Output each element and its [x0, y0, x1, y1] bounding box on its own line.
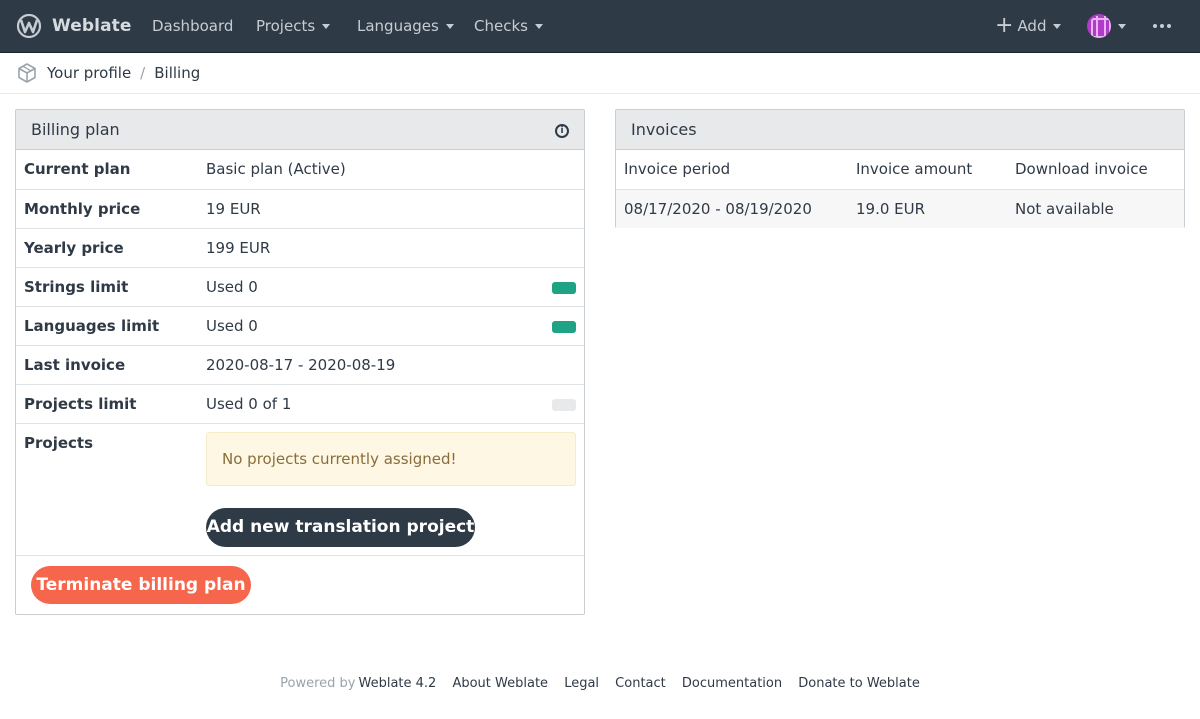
- nav-checks[interactable]: Checks: [474, 0, 543, 53]
- powered-by-text: Powered by: [280, 676, 356, 691]
- languages-limit-progress-fill: [552, 320, 576, 333]
- brand[interactable]: Weblate: [15, 0, 132, 53]
- footer: Powered by Weblate 4.2 About Weblate Lega…: [0, 676, 1200, 691]
- nav-dashboard-label: Dashboard: [152, 17, 234, 35]
- avatar: [1087, 14, 1111, 38]
- billing-plan-table: Current plan Basic plan (Active) Monthly…: [16, 150, 584, 424]
- breadcrumb-your-profile[interactable]: Your profile: [47, 64, 131, 82]
- chevron-down-icon: [534, 23, 543, 29]
- plus-icon: +: [995, 13, 1014, 38]
- add-menu-label: Add: [1017, 17, 1047, 35]
- top-navbar: Weblate Dashboard Projects Languages Che…: [0, 0, 1200, 53]
- row-value: Basic plan (Active): [198, 150, 584, 190]
- chevron-down-icon: [445, 23, 454, 29]
- footer-link-legal[interactable]: Legal: [564, 676, 599, 691]
- more-dots-icon: [1153, 24, 1171, 28]
- languages-limit-value: Used 0: [206, 316, 258, 335]
- weblate-logo-icon: [16, 14, 42, 38]
- footer-version-link[interactable]: Weblate 4.2: [358, 676, 436, 691]
- table-row: 08/17/2020 - 08/19/2020 19.0 EUR Not ava…: [616, 189, 1184, 228]
- nav-projects-label: Projects: [256, 17, 316, 35]
- projects-limit-value: Used 0 of 1: [206, 394, 292, 413]
- more-menu[interactable]: [1153, 0, 1171, 53]
- strings-limit-value: Used 0: [206, 277, 258, 296]
- brand-name: Weblate: [52, 16, 132, 36]
- user-menu[interactable]: [1087, 0, 1126, 53]
- strings-limit-progress-fill: [552, 281, 576, 294]
- row-value: Used 0 of 1: [198, 384, 584, 424]
- row-value: Used 0: [198, 306, 584, 346]
- projects-row: Projects No projects currently assigned!…: [16, 424, 584, 556]
- row-key: Current plan: [16, 150, 198, 190]
- chevron-down-icon: [1118, 23, 1126, 29]
- breadcrumb-separator: /: [140, 64, 146, 82]
- table-row: Yearly price 199 EUR: [16, 228, 584, 268]
- invoice-amount: 19.0 EUR: [848, 189, 1007, 228]
- nav-projects[interactable]: Projects: [256, 0, 331, 53]
- breadcrumb-billing[interactable]: Billing: [154, 64, 200, 82]
- chevron-down-icon: [322, 23, 331, 29]
- table-row: Current plan Basic plan (Active): [16, 150, 584, 190]
- invoices-title: Invoices: [631, 120, 697, 139]
- nav-checks-label: Checks: [474, 17, 528, 35]
- row-value: 199 EUR: [198, 228, 584, 268]
- projects-label: Projects: [24, 433, 94, 452]
- row-key: Languages limit: [16, 306, 198, 346]
- column-header: Invoice amount: [848, 150, 1007, 190]
- footer-link-donate[interactable]: Donate to Weblate: [798, 676, 920, 691]
- invoice-download-status: Not available: [1007, 189, 1184, 228]
- row-key: Yearly price: [16, 228, 198, 268]
- footer-link-contact[interactable]: Contact: [615, 676, 666, 691]
- table-header-row: Invoice period Invoice amount Download i…: [616, 150, 1184, 190]
- table-row: Languages limit Used 0: [16, 306, 584, 346]
- table-row: Projects limit Used 0 of 1: [16, 384, 584, 424]
- no-projects-alert: No projects currently assigned!: [206, 431, 576, 486]
- footer-link-documentation[interactable]: Documentation: [682, 676, 782, 691]
- column-header: Invoice period: [616, 150, 848, 190]
- billing-plan-title: Billing plan: [31, 120, 120, 139]
- add-menu[interactable]: + Add: [995, 0, 1062, 53]
- nav-languages-label: Languages: [357, 17, 439, 35]
- invoice-period: 08/17/2020 - 08/19/2020: [616, 189, 848, 228]
- row-value: Used 0: [198, 267, 584, 307]
- breadcrumb: Your profile / Billing: [0, 53, 1200, 94]
- row-key: Monthly price: [16, 189, 198, 229]
- row-value: 19 EUR: [198, 189, 584, 229]
- no-projects-text: No projects currently assigned!: [222, 449, 457, 468]
- invoices-panel: Invoices Invoice period Invoice amount D…: [615, 109, 1185, 228]
- row-key: Last invoice: [16, 345, 198, 385]
- row-key: Strings limit: [16, 267, 198, 307]
- chevron-down-icon: [1053, 23, 1062, 29]
- table-row: Strings limit Used 0: [16, 267, 584, 307]
- invoices-header: Invoices: [616, 110, 1184, 150]
- strings-limit-progress: [552, 281, 576, 294]
- table-row: Last invoice 2020-08-17 - 2020-08-19: [16, 345, 584, 385]
- cube-icon: [17, 63, 37, 83]
- info-icon[interactable]: i: [555, 124, 569, 138]
- nav-dashboard[interactable]: Dashboard: [152, 0, 233, 53]
- row-key: Projects limit: [16, 384, 198, 424]
- terminate-billing-plan-button[interactable]: Terminate billing plan: [31, 565, 251, 604]
- invoices-table: Invoice period Invoice amount Download i…: [616, 150, 1184, 228]
- footer-link-about[interactable]: About Weblate: [452, 676, 548, 691]
- row-value: 2020-08-17 - 2020-08-19: [198, 345, 584, 385]
- billing-plan-header: Billing plan i: [16, 110, 584, 150]
- languages-limit-progress: [552, 320, 576, 333]
- billing-plan-panel: Billing plan i Current plan Basic plan (…: [15, 109, 585, 615]
- nav-languages[interactable]: Languages: [357, 0, 454, 53]
- billing-plan-footer: Terminate billing plan: [16, 556, 584, 616]
- add-translation-project-button[interactable]: Add new translation project: [206, 507, 475, 547]
- table-row: Monthly price 19 EUR: [16, 189, 584, 229]
- projects-limit-progress: [552, 398, 576, 411]
- column-header: Download invoice: [1007, 150, 1184, 190]
